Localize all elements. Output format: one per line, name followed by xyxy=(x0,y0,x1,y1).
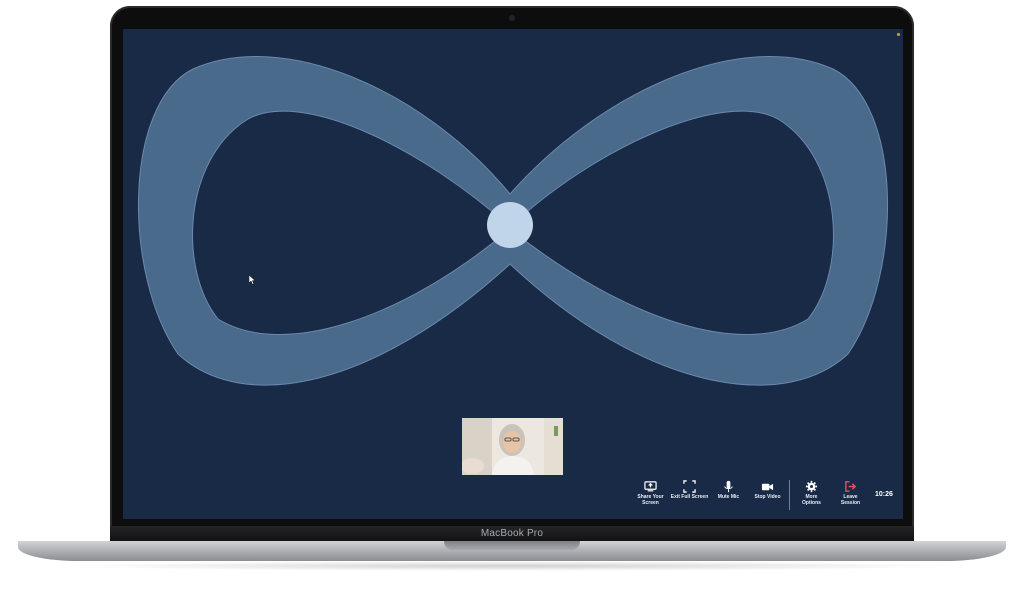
share-screen-button[interactable]: Share Your Screen xyxy=(631,480,670,506)
share-screen-label: Share Your Screen xyxy=(637,494,664,506)
participant-avatar xyxy=(462,418,563,475)
webcam-dot xyxy=(509,15,515,21)
laptop-shadow xyxy=(60,561,964,571)
mute-mic-button[interactable]: Mute Mic xyxy=(709,480,748,501)
leave-icon xyxy=(845,481,857,492)
session-clock: 10:26 xyxy=(875,491,893,498)
monitor-icon xyxy=(644,481,657,492)
toolbar-divider xyxy=(789,480,790,510)
microphone-icon xyxy=(724,480,733,493)
exit-fullscreen-button[interactable]: Exit Full Screen xyxy=(670,480,709,501)
laptop-opening-notch xyxy=(444,541,580,550)
mouse-cursor-icon xyxy=(249,275,256,285)
leave-session-button[interactable]: Leave Session xyxy=(831,480,870,506)
leave-session-label: Leave Session xyxy=(840,494,861,506)
stop-video-button[interactable]: Stop Video xyxy=(748,480,787,501)
device-brand-label: MacBook Pro xyxy=(480,528,544,539)
video-call-screen: Share Your Screen Exit Full Screen Mute … xyxy=(123,29,903,519)
more-options-label: More Options xyxy=(802,494,821,506)
center-dot xyxy=(487,202,533,248)
call-toolbar: Share Your Screen Exit Full Screen Mute … xyxy=(631,480,870,512)
exit-fullscreen-icon xyxy=(683,480,696,493)
video-camera-icon xyxy=(761,483,774,491)
stop-video-label: Stop Video xyxy=(754,494,781,500)
more-options-button[interactable]: More Options xyxy=(792,480,831,506)
participant-video-tile[interactable] xyxy=(462,418,563,475)
mute-mic-label: Mute Mic xyxy=(717,494,740,500)
gear-icon xyxy=(805,480,818,493)
exit-fullscreen-label: Exit Full Screen xyxy=(670,494,709,500)
